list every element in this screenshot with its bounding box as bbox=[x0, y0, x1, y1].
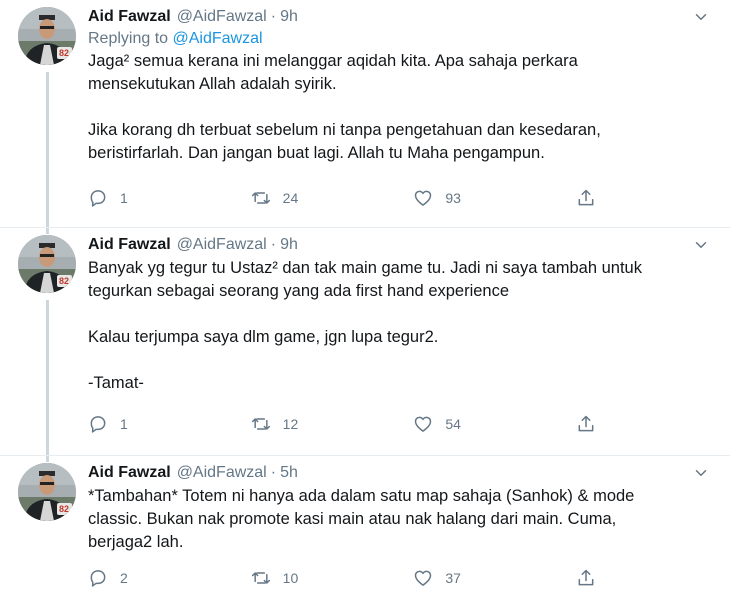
avatar-badge: 82 bbox=[59, 504, 70, 514]
retweet-button[interactable]: 12 bbox=[251, 414, 371, 434]
heart-icon bbox=[413, 568, 433, 588]
like-button[interactable]: 54 bbox=[413, 414, 533, 434]
tweet-text: Banyak yg tegur tu Ustaz² dan tak main g… bbox=[88, 257, 710, 395]
tweet[interactable]: 82 Aid Fawzal @AidFawzal · 9h Banyak yg … bbox=[0, 227, 730, 455]
chevron-down-icon[interactable] bbox=[692, 8, 710, 26]
avatar-badge: 82 bbox=[59, 276, 70, 286]
tweet[interactable]: 82 Aid Fawzal @AidFawzal · 5h *Tambahan*… bbox=[0, 455, 730, 608]
tweet-text-line: beristirfarlah. Dan jangan buat lagi. Al… bbox=[88, 144, 545, 162]
action-bar: 1 12 54 bbox=[88, 414, 608, 434]
reply-icon bbox=[88, 414, 108, 434]
retweet-icon bbox=[251, 414, 271, 434]
user-handle[interactable]: @AidFawzal bbox=[177, 6, 267, 28]
reply-button[interactable]: 2 bbox=[88, 568, 208, 588]
tweet-text-line: tegurkan sebagai seorang yang ada first … bbox=[88, 282, 510, 300]
tweet-text-line: mensekutukan Allah adalah syirik. bbox=[88, 75, 337, 93]
user-handle[interactable]: @AidFawzal bbox=[177, 462, 267, 484]
tweet-text-line: *Tambahan* Totem ni hanya ada dalam satu… bbox=[88, 487, 635, 505]
separator-dot: · bbox=[270, 236, 277, 253]
tweet-text: Jaga² semua kerana ini melanggar aqidah … bbox=[88, 50, 710, 165]
reply-count: 2 bbox=[120, 570, 128, 586]
display-name[interactable]: Aid Fawzal bbox=[88, 6, 171, 28]
reply-button[interactable]: 1 bbox=[88, 188, 208, 208]
like-count: 37 bbox=[445, 570, 461, 586]
chevron-down-icon[interactable] bbox=[692, 464, 710, 482]
thread-line bbox=[46, 72, 49, 227]
retweet-icon bbox=[251, 188, 271, 208]
mention-link[interactable]: @AidFawzal bbox=[173, 30, 263, 47]
tweet-text-line: -Tamat- bbox=[88, 374, 144, 392]
thread-line bbox=[46, 456, 49, 462]
display-name[interactable]: Aid Fawzal bbox=[88, 462, 171, 484]
thread-line bbox=[46, 228, 49, 234]
replying-prefix: Replying to bbox=[88, 30, 173, 47]
tweet-text-line: Jaga² semua kerana ini melanggar aqidah … bbox=[88, 52, 578, 70]
tweet-text-line: Kalau terjumpa saya dlm game, jgn lupa t… bbox=[88, 328, 439, 346]
heart-icon bbox=[413, 188, 433, 208]
tweet-text-line: Banyak yg tegur tu Ustaz² dan tak main g… bbox=[88, 259, 642, 277]
timestamp[interactable]: 5h bbox=[280, 462, 298, 484]
replying-to: Replying to @AidFawzal bbox=[88, 29, 710, 49]
thread-line bbox=[46, 300, 49, 455]
avatar-badge: 82 bbox=[59, 48, 70, 58]
share-button[interactable] bbox=[576, 568, 608, 588]
tweet-text-line: classic. Bukan nak promote kasi main ata… bbox=[88, 510, 617, 528]
tweet-text-line: berjaga2 lah. bbox=[88, 533, 184, 551]
share-button[interactable] bbox=[576, 414, 608, 434]
avatar[interactable]: 82 bbox=[18, 463, 76, 521]
like-button[interactable]: 37 bbox=[413, 568, 533, 588]
timestamp[interactable]: 9h bbox=[280, 6, 298, 28]
chevron-down-icon[interactable] bbox=[692, 236, 710, 254]
user-handle[interactable]: @AidFawzal bbox=[177, 234, 267, 256]
separator-dot: · bbox=[270, 8, 277, 25]
reply-icon bbox=[88, 568, 108, 588]
reply-count: 1 bbox=[120, 190, 128, 206]
like-count: 93 bbox=[445, 190, 461, 206]
share-icon bbox=[576, 188, 596, 208]
share-button[interactable] bbox=[576, 188, 608, 208]
reply-button[interactable]: 1 bbox=[88, 414, 208, 434]
retweet-button[interactable]: 24 bbox=[251, 188, 371, 208]
retweet-count: 24 bbox=[282, 190, 299, 206]
share-icon bbox=[576, 568, 596, 588]
action-bar: 2 10 37 bbox=[88, 568, 608, 588]
reply-count: 1 bbox=[120, 416, 128, 432]
heart-icon bbox=[413, 414, 433, 434]
like-button[interactable]: 93 bbox=[413, 188, 533, 208]
retweet-count: 12 bbox=[282, 416, 299, 432]
avatar[interactable]: 82 bbox=[18, 7, 76, 65]
avatar[interactable]: 82 bbox=[18, 235, 76, 293]
tweet[interactable]: 82 Aid Fawzal @AidFawzal · 9h Replying t… bbox=[0, 0, 730, 227]
timestamp[interactable]: 9h bbox=[280, 234, 298, 256]
display-name[interactable]: Aid Fawzal bbox=[88, 234, 171, 256]
like-count: 54 bbox=[445, 416, 461, 432]
tweet-text: *Tambahan* Totem ni hanya ada dalam satu… bbox=[88, 485, 710, 554]
retweet-icon bbox=[251, 568, 271, 588]
retweet-button[interactable]: 10 bbox=[251, 568, 371, 588]
reply-icon bbox=[88, 188, 108, 208]
tweet-text-line: Jika korang dh terbuat sebelum ni tanpa … bbox=[88, 121, 601, 139]
share-icon bbox=[576, 414, 596, 434]
action-bar: 1 24 93 bbox=[88, 188, 608, 208]
separator-dot: · bbox=[270, 464, 277, 481]
retweet-count: 10 bbox=[282, 570, 299, 586]
